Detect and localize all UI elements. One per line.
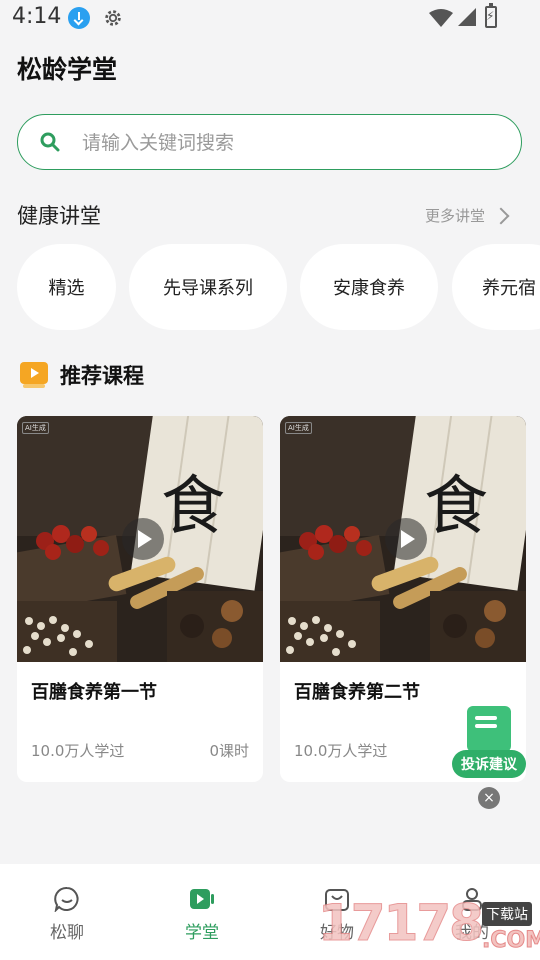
more-lectures-link[interactable]: 更多讲堂 (425, 205, 510, 226)
chip-label: 精选 (48, 278, 85, 299)
close-icon[interactable]: × (478, 787, 500, 809)
course-learners: 10.0万人学过 (31, 742, 125, 760)
tab-label: 松聊 (50, 923, 84, 943)
watermark-digits: 17178 (318, 894, 485, 953)
chip-label: 养元宿 (482, 278, 536, 299)
tab-school[interactable]: 学堂 (152, 864, 252, 960)
video-icon (190, 889, 214, 909)
chevron-right-icon (492, 207, 510, 224)
chat-bubble-icon (54, 886, 79, 912)
chip-intro-series[interactable]: 先导课系列 (129, 244, 287, 330)
course-card-1[interactable]: 食 AI生成 百膳食养第一节 10.0万人学过 0课时 (17, 416, 263, 782)
ai-generated-tag: AI生成 (22, 422, 49, 434)
feedback-label: 投诉建议 (452, 750, 526, 778)
site-watermark: 17178 下载站 .COM (318, 884, 540, 960)
chip-label: 先导课系列 (163, 278, 253, 299)
search-input[interactable] (80, 115, 484, 170)
download-icon (68, 7, 90, 29)
recommended-header: 推荐课程 (20, 360, 144, 390)
course-learners: 10.0万人学过 (294, 742, 388, 760)
more-lectures-label: 更多讲堂 (425, 207, 486, 225)
status-time: 4:14 (12, 4, 62, 29)
gear-icon (105, 10, 121, 26)
chip-label: 安康食养 (333, 278, 405, 299)
search-bar[interactable] (17, 114, 522, 170)
chip-featured[interactable]: 精选 (17, 244, 116, 330)
feedback-envelope-icon (467, 706, 511, 752)
status-bar: 4:14 (0, 0, 540, 40)
watermark-tag: 下载站 (482, 902, 532, 926)
chip-nourish[interactable]: 养元宿 (452, 244, 540, 330)
battery-icon (485, 3, 497, 28)
thumbnail-sign-char: 食 (424, 470, 488, 544)
tab-chat[interactable]: 松聊 (17, 864, 117, 960)
chip-diet-care[interactable]: 安康食养 (300, 244, 438, 330)
course-title: 百膳食养第一节 (31, 682, 157, 703)
lecture-category-chips: 精选 先导课系列 安康食养 养元宿 (17, 244, 540, 330)
course-title: 百膳食养第二节 (294, 682, 420, 703)
watermark-suffix: .COM (481, 928, 540, 954)
play-icon[interactable] (385, 518, 427, 560)
video-play-icon (20, 362, 48, 388)
ai-generated-tag: AI生成 (285, 422, 312, 434)
section-title-health-lectures: 健康讲堂 (17, 204, 101, 228)
wifi-icon (429, 9, 453, 27)
page-title: 松龄学堂 (17, 55, 118, 84)
recommended-title: 推荐课程 (60, 364, 144, 388)
thumbnail-sign-char: 食 (161, 470, 225, 544)
course-lessons: 0课时 (209, 742, 249, 760)
feedback-float-button[interactable]: 投诉建议 (452, 706, 526, 778)
play-icon[interactable] (122, 518, 164, 560)
search-icon (40, 132, 60, 152)
tab-label: 学堂 (185, 923, 219, 943)
signal-icon (458, 8, 476, 26)
